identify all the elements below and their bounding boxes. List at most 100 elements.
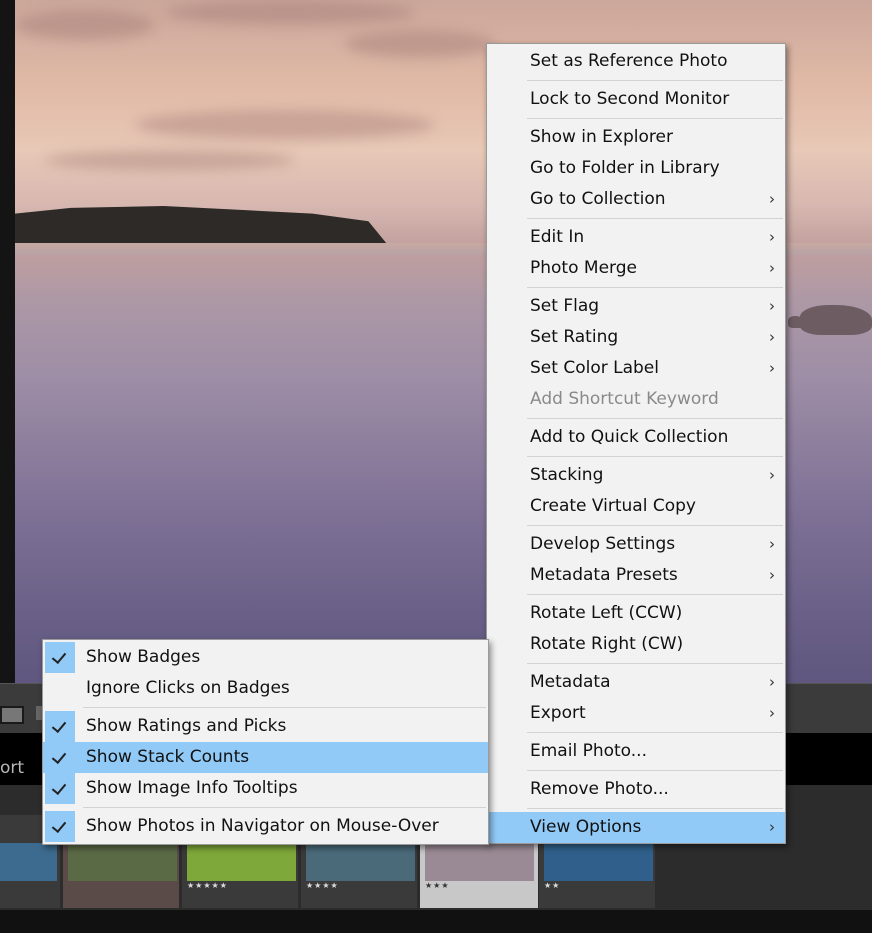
checkmark-icon — [45, 811, 75, 842]
thumb-green-hills[interactable] — [187, 843, 296, 881]
menu-item-label: Stacking — [530, 465, 604, 485]
rating-stars: ★★★★ — [306, 881, 339, 890]
menu-item-label: Go to Collection — [530, 189, 666, 209]
menu-item-set-rating[interactable]: Set Rating › — [487, 322, 785, 353]
menu-item-label: Show Badges — [86, 647, 201, 667]
chevron-right-icon: › — [769, 259, 775, 277]
menu-item-label: Lock to Second Monitor — [530, 89, 730, 109]
menu-item-photo-merge[interactable]: Photo Merge › — [487, 253, 785, 284]
thumb-sunset-beach[interactable] — [425, 843, 534, 881]
menu-item-label: Show Image Info Tooltips — [86, 778, 298, 798]
chevron-right-icon: › — [769, 673, 775, 691]
menu-item-rotate-right-cw[interactable]: Rotate Right (CW) — [487, 629, 785, 660]
menu-item-label: Remove Photo... — [530, 779, 669, 799]
bottom-bar — [0, 910, 872, 933]
menu-item-label: Photo Merge — [530, 258, 637, 278]
menu-item-stacking[interactable]: Stacking › — [487, 460, 785, 491]
menu-item-show-in-explorer[interactable]: Show in Explorer — [487, 122, 785, 153]
menu-item-add-to-quick-collection[interactable]: Add to Quick Collection — [487, 422, 785, 453]
chevron-right-icon: › — [769, 466, 775, 484]
chevron-right-icon: › — [769, 566, 775, 584]
menu-item-label: View Options — [530, 817, 642, 837]
menu-item-label: Ignore Clicks on Badges — [86, 678, 290, 698]
chevron-right-icon: › — [769, 359, 775, 377]
rock — [788, 316, 804, 328]
menu-separator — [527, 456, 783, 457]
chevron-right-icon: › — [769, 535, 775, 553]
checkmark-icon — [45, 642, 75, 673]
menu-item-ignore-clicks-on-badges[interactable]: Ignore Clicks on Badges — [43, 673, 488, 704]
menu-item-create-virtual-copy[interactable]: Create Virtual Copy — [487, 491, 785, 522]
menu-item-label: Develop Settings — [530, 534, 676, 554]
menu-item-label: Add to Quick Collection — [530, 427, 729, 447]
menu-separator — [83, 807, 486, 808]
menu-separator — [527, 663, 783, 664]
menu-item-show-badges[interactable]: Show Badges — [43, 642, 488, 673]
menu-item-label: Show Ratings and Picks — [86, 716, 287, 736]
menu-separator — [527, 525, 783, 526]
checkmark-icon — [45, 773, 75, 804]
menu-item-show-image-info-tooltips[interactable]: Show Image Info Tooltips — [43, 773, 488, 804]
menu-item-label: Add Shortcut Keyword — [530, 389, 719, 409]
rock — [800, 305, 872, 335]
chevron-right-icon: › — [769, 704, 775, 722]
menu-item-email-photo[interactable]: Email Photo... — [487, 736, 785, 767]
view-mode-icon[interactable] — [0, 706, 24, 724]
chevron-right-icon: › — [769, 328, 775, 346]
menu-item-rotate-left-ccw[interactable]: Rotate Left (CCW) — [487, 598, 785, 629]
menu-item-label: Rotate Left (CCW) — [530, 603, 683, 623]
menu-item-label: Rotate Right (CW) — [530, 634, 684, 654]
menu-item-show-stack-counts[interactable]: Show Stack Counts — [43, 742, 488, 773]
menu-item-label: Show Stack Counts — [86, 747, 250, 767]
menu-separator — [527, 118, 783, 119]
menu-item-edit-in[interactable]: Edit In › — [487, 222, 785, 253]
chevron-right-icon: › — [769, 818, 775, 836]
menu-item-label: Metadata Presets — [530, 565, 678, 585]
thumb-mountain-lake[interactable] — [0, 843, 57, 881]
menu-item-develop-settings[interactable]: Develop Settings › — [487, 529, 785, 560]
menu-item-label: Create Virtual Copy — [530, 496, 696, 516]
thumb-city-valley[interactable] — [306, 843, 415, 881]
menu-item-export[interactable]: Export › — [487, 698, 785, 729]
rating-stars: ★★★★★ — [187, 881, 228, 890]
menu-item-go-to-folder-in-library[interactable]: Go to Folder in Library — [487, 153, 785, 184]
menu-separator — [527, 732, 783, 733]
menu-item-view-options[interactable]: View Options › — [487, 812, 785, 843]
menu-item-label: Set as Reference Photo — [530, 51, 728, 71]
thumb-ocean-waves[interactable] — [544, 843, 653, 881]
checkmark-icon — [45, 742, 75, 773]
menu-item-metadata[interactable]: Metadata › — [487, 667, 785, 698]
menu-item-label: Set Flag — [530, 296, 600, 316]
menu-separator — [527, 808, 783, 809]
menu-item-set-flag[interactable]: Set Flag › — [487, 291, 785, 322]
menu-item-go-to-collection[interactable]: Go to Collection › — [487, 184, 785, 215]
menu-separator — [527, 418, 783, 419]
menu-item-show-photos-in-navigator-on-mouse-over[interactable]: Show Photos in Navigator on Mouse-Over — [43, 811, 488, 842]
menu-item-label: Show Photos in Navigator on Mouse-Over — [86, 816, 439, 836]
menu-separator — [527, 287, 783, 288]
menu-item-label: Export — [530, 703, 586, 723]
context-menu: Set as Reference Photo Lock to Second Mon… — [486, 43, 786, 844]
rating-stars: ★★★ — [425, 881, 450, 890]
menu-separator — [527, 218, 783, 219]
chevron-right-icon: › — [769, 190, 775, 208]
sort-label: ort — [0, 758, 25, 778]
menu-item-add-shortcut-keyword: Add Shortcut Keyword — [487, 384, 785, 415]
menu-item-set-as-reference-photo[interactable]: Set as Reference Photo — [487, 46, 785, 77]
checkmark-icon — [45, 711, 75, 742]
menu-item-lock-to-second-monitor[interactable]: Lock to Second Monitor — [487, 84, 785, 115]
rating-stars: ★★ — [544, 881, 561, 890]
menu-item-label: Show in Explorer — [530, 127, 673, 147]
menu-item-label: Go to Folder in Library — [530, 158, 720, 178]
menu-item-remove-photo[interactable]: Remove Photo... — [487, 774, 785, 805]
menu-item-metadata-presets[interactable]: Metadata Presets › — [487, 560, 785, 591]
menu-separator — [527, 594, 783, 595]
thumb-forest[interactable] — [68, 843, 177, 881]
menu-item-label: Edit In — [530, 227, 585, 247]
menu-item-label: Metadata — [530, 672, 611, 692]
menu-separator — [527, 770, 783, 771]
menu-item-label: Set Rating — [530, 327, 619, 347]
chevron-right-icon: › — [769, 297, 775, 315]
menu-item-set-color-label[interactable]: Set Color Label › — [487, 353, 785, 384]
menu-item-show-ratings-and-picks[interactable]: Show Ratings and Picks — [43, 711, 488, 742]
